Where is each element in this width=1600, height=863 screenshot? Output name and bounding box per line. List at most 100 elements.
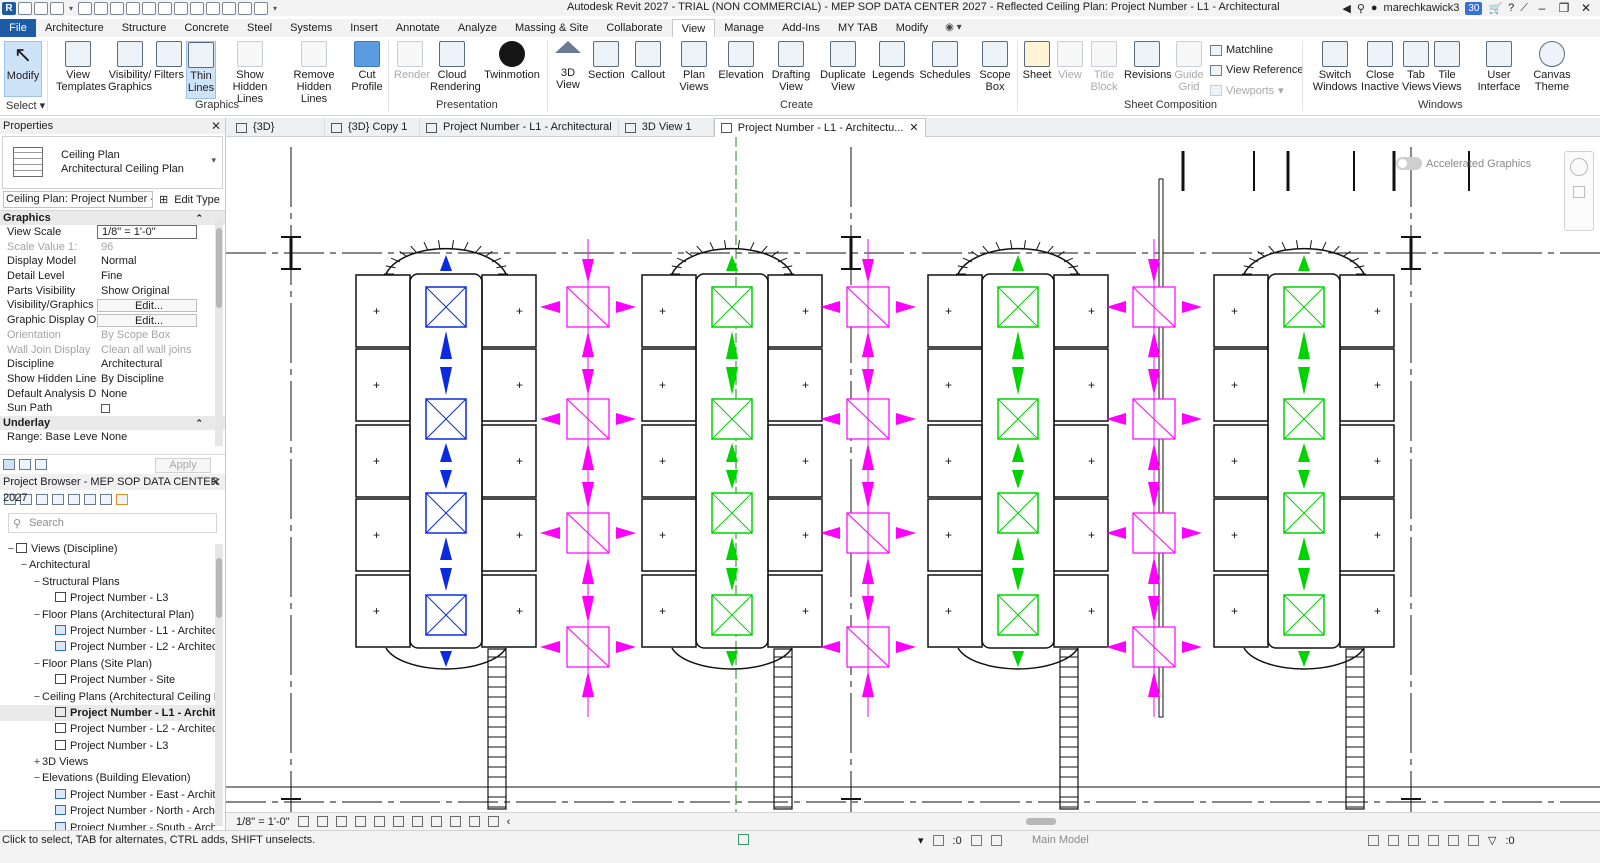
main-model-selector[interactable]: Main Model: [1032, 834, 1089, 846]
underlay-section-header[interactable]: Underlay ⌃: [0, 415, 225, 430]
property-value[interactable]: By Discipline: [97, 372, 197, 387]
tab-structure[interactable]: Structure: [113, 19, 176, 37]
switch-windows-icon[interactable]: [254, 1, 268, 15]
design-option-icon[interactable]: [932, 835, 944, 846]
filters-button[interactable]: Filters: [154, 41, 184, 81]
show-crop-icon[interactable]: [392, 816, 404, 827]
tag-icon[interactable]: [158, 1, 172, 15]
property-value[interactable]: Fine: [97, 269, 197, 284]
categorized-icon[interactable]: [3, 459, 15, 470]
browser-group-item[interactable]: − Floor Plans (Site Plan): [0, 656, 215, 672]
guide-grid-button[interactable]: Guide Grid: [1174, 41, 1204, 93]
horizontal-scrollbar[interactable]: [556, 817, 1586, 826]
view-scale[interactable]: 1/8" = 1'-0": [236, 816, 290, 828]
shadows-icon[interactable]: [354, 816, 366, 827]
revisions-button[interactable]: Revisions: [1124, 41, 1172, 81]
view-tab[interactable]: {3D} Copy 1: [325, 118, 420, 137]
thin-lines-icon[interactable]: [222, 1, 236, 15]
edit-type-button[interactable]: Edit Type: [174, 194, 220, 206]
customize-qat-icon[interactable]: ▾: [270, 2, 280, 15]
browser-view-item[interactable]: Project Number - L2 - Architec: [0, 721, 215, 737]
expand-toggle-icon[interactable]: −: [32, 656, 42, 672]
groups-icon[interactable]: [84, 493, 96, 505]
tab-view[interactable]: View: [671, 19, 716, 37]
tab-steel[interactable]: Steel: [238, 19, 281, 37]
undo-icon[interactable]: [78, 1, 92, 15]
select-by-face-icon[interactable]: [1428, 835, 1439, 846]
navigation-bar[interactable]: [1564, 151, 1594, 231]
close-icon[interactable]: ✕: [211, 118, 221, 134]
tab-massing-site[interactable]: Massing & Site: [506, 19, 597, 37]
viewports-button[interactable]: Viewports ▾: [1210, 84, 1284, 97]
sheets-icon[interactable]: [36, 493, 48, 505]
tab-systems[interactable]: Systems: [281, 19, 341, 37]
close-inactive-button[interactable]: Close Inactive: [1360, 41, 1400, 93]
list-icon[interactable]: [970, 835, 982, 846]
toggle-switch[interactable]: [1396, 157, 1422, 170]
browser-view-item[interactable]: − Views (Discipline): [0, 541, 215, 557]
matchline-button[interactable]: Matchline: [1210, 44, 1273, 56]
edit-type-icon[interactable]: ⊞: [159, 193, 168, 206]
type-selector[interactable]: Ceiling Plan Architectural Ceiling Plan …: [2, 136, 223, 189]
steering-wheel-icon[interactable]: [1570, 158, 1588, 176]
modify-button[interactable]: ↖ Modify: [4, 41, 42, 97]
expand-toggle-icon[interactable]: +: [32, 754, 42, 770]
tab-views-button[interactable]: Tab Views: [1402, 41, 1431, 93]
active-only-icon[interactable]: [990, 835, 1002, 846]
browser-group-item[interactable]: − Architectural: [0, 557, 215, 573]
tile-views-button[interactable]: Tile Views: [1432, 41, 1462, 93]
tab-manage[interactable]: Manage: [715, 19, 773, 37]
expand-toggle-icon[interactable]: −: [32, 607, 42, 623]
sort-za-icon[interactable]: [35, 459, 47, 470]
view-tab[interactable]: Project Number - L1 - Architectural: [420, 118, 619, 137]
user-name[interactable]: marechkawick3: [1384, 2, 1460, 14]
search-icon[interactable]: ◀: [1342, 2, 1350, 15]
sun-path-icon[interactable]: [335, 816, 347, 827]
browser-view-item[interactable]: Project Number - L1 - Architec: [0, 623, 215, 639]
remove-hidden-lines-button[interactable]: Remove Hidden Lines: [284, 41, 344, 105]
browser-search[interactable]: ⚲ Search: [8, 513, 217, 533]
analytical-model-icon[interactable]: [468, 816, 480, 827]
accelerated-graphics-toggle[interactable]: Accelerated Graphics: [1396, 157, 1531, 170]
restore-icon[interactable]: ❐: [1556, 1, 1572, 15]
drag-elements-icon[interactable]: [1448, 835, 1459, 846]
close-icon[interactable]: ✕: [1578, 1, 1594, 15]
expand-toggle-icon[interactable]: −: [19, 557, 29, 573]
save-icon[interactable]: [34, 1, 48, 15]
measure-icon[interactable]: [126, 1, 140, 15]
thin-lines-button[interactable]: Thin Lines: [186, 41, 216, 99]
duplicate-view-button[interactable]: Duplicate View: [816, 41, 870, 93]
title-block-button[interactable]: Title Block: [1088, 41, 1120, 93]
visibility-graphics-button[interactable]: Visibility/ Graphics: [106, 41, 154, 93]
drafting-view-button[interactable]: Drafting View: [770, 41, 812, 93]
edit-button[interactable]: Edit...: [97, 299, 197, 313]
tab-add-ins[interactable]: Add-Ins: [773, 19, 829, 37]
view-button[interactable]: View: [1056, 41, 1084, 81]
switch-windows-button[interactable]: Switch Windows: [1312, 41, 1358, 93]
scrollbar-thumb[interactable]: [1026, 818, 1056, 825]
elevation-button[interactable]: Elevation: [716, 41, 766, 81]
sheet-button[interactable]: Sheet: [1022, 41, 1052, 81]
help-icon[interactable]: ?: [1508, 2, 1514, 14]
section-button[interactable]: Section: [588, 41, 625, 81]
tab-concrete[interactable]: Concrete: [175, 19, 238, 37]
select-underlay-icon[interactable]: [1388, 835, 1399, 846]
twinmotion-button[interactable]: Twinmotion: [484, 41, 540, 81]
tab-insert[interactable]: Insert: [341, 19, 387, 37]
sun-path-checkbox[interactable]: [101, 404, 110, 414]
detail-level-icon[interactable]: [297, 816, 309, 827]
property-value[interactable]: [97, 401, 197, 416]
notification-badge[interactable]: 30: [1465, 1, 1483, 15]
property-value[interactable]: Architectural: [97, 357, 197, 372]
user-interface-button[interactable]: User Interface: [1474, 41, 1524, 93]
view-reference-button[interactable]: View Reference: [1210, 64, 1303, 76]
close-hidden-icon[interactable]: [238, 1, 252, 15]
browser-view-item[interactable]: Project Number - East - Archite: [0, 787, 215, 803]
apply-button[interactable]: Apply: [155, 458, 211, 473]
browser-group-item[interactable]: +3D Views: [0, 754, 215, 770]
filter-icon[interactable]: ▽: [1488, 834, 1496, 847]
tab-analyze[interactable]: Analyze: [449, 19, 506, 37]
render-button[interactable]: Render: [394, 41, 430, 81]
view-tab[interactable]: Project Number - L1 - Architectu... ✕: [713, 118, 926, 137]
dimension-icon[interactable]: [142, 1, 156, 15]
